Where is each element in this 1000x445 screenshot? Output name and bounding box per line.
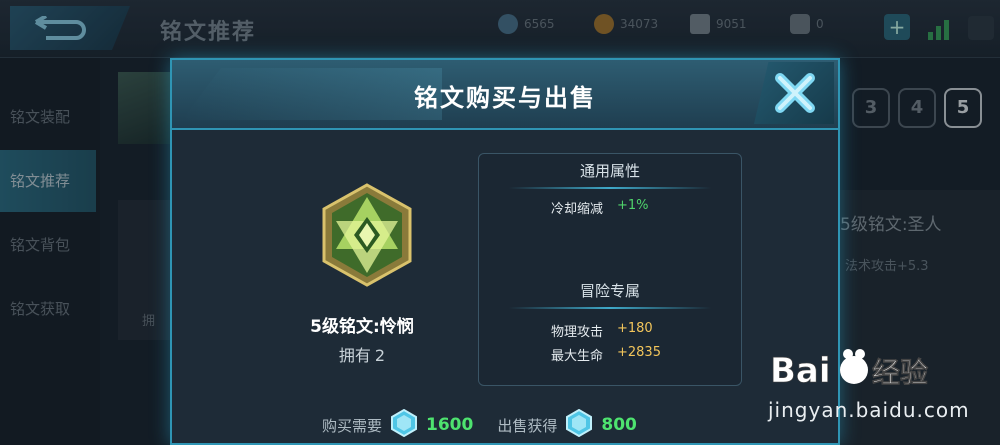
close-button[interactable]	[754, 62, 834, 124]
buy-label: 购买需要	[322, 416, 383, 435]
attribute-value: +2835	[617, 345, 661, 360]
dialog-header: 铭文购买与出售	[172, 60, 838, 130]
section-heading-general: 通用属性	[479, 160, 741, 189]
rune-name: 5级铭文:怜悯	[310, 317, 414, 337]
attribute-label: 物理攻击	[550, 325, 603, 340]
rune-trade-dialog: 铭文购买与出售 5级铭文:怜悯 拥有 2 通用属性 冷却缩减 +1% 冒险专属 物…	[170, 58, 840, 445]
svg-text:Bai: Bai	[770, 351, 831, 391]
crystal-icon	[390, 408, 418, 441]
svg-text:经验: 经验	[872, 356, 928, 389]
close-icon	[775, 73, 815, 113]
section-heading-adventure: 冒险专属	[479, 280, 741, 309]
attribute-value: +1%	[617, 198, 649, 213]
owned-label: 拥有	[338, 346, 371, 365]
dialog-title: 铭文购买与出售	[414, 84, 596, 112]
attribute-value: +180	[617, 321, 653, 336]
buy-price[interactable]: 1600	[426, 415, 473, 435]
attribute-row: 最大生命 +2835	[479, 345, 741, 364]
watermark-url: jingyan.baidu.com	[768, 398, 970, 422]
crystal-icon	[565, 408, 593, 441]
owned-count: 2	[374, 346, 386, 365]
attribute-label: 冷却缩减	[550, 202, 603, 217]
sell-price[interactable]: 800	[601, 415, 637, 435]
baidu-jingyan-logo: Bai 经验	[770, 349, 928, 391]
rune-owned: 拥有 2	[272, 342, 452, 366]
attribute-label: 最大生命	[550, 349, 603, 364]
attribute-row: 物理攻击 +180	[479, 321, 741, 340]
price-bar: 购买需要 1600 出售获得 800	[322, 408, 722, 441]
attribute-panel: 通用属性 冷却缩减 +1% 冒险专属 物理攻击 +180 最大生命 +2835	[478, 153, 742, 386]
rune-emblem-icon	[322, 183, 412, 287]
sell-label: 出售获得	[497, 416, 558, 435]
attribute-row: 冷却缩减 +1%	[479, 198, 741, 217]
